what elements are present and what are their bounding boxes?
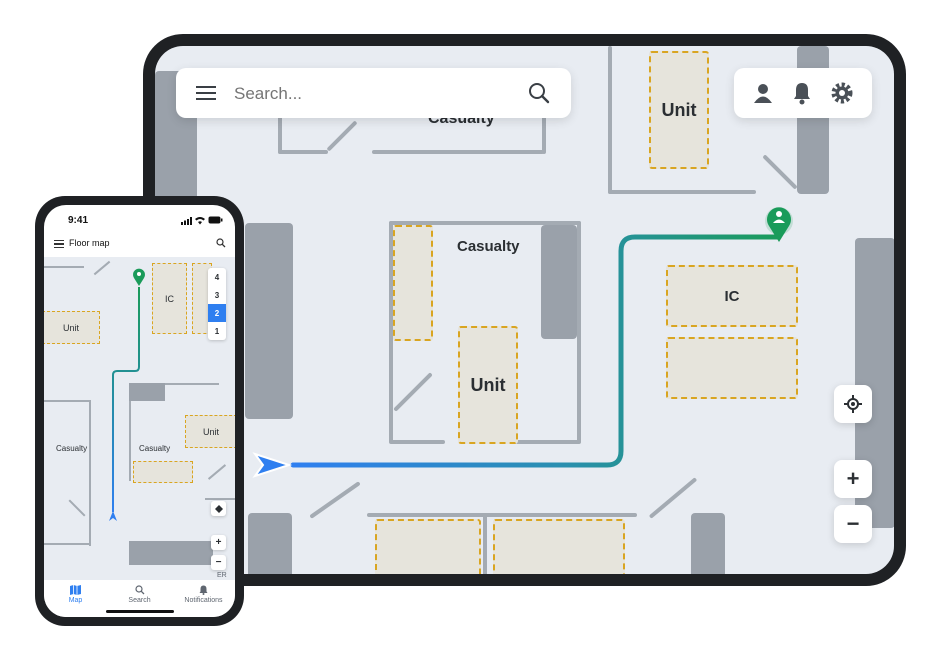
bell-icon (199, 585, 208, 595)
app-header: Floor map (44, 231, 235, 257)
zoom-out-button[interactable]: − (211, 555, 226, 570)
search-bar[interactable] (176, 68, 571, 118)
menu-icon[interactable] (54, 240, 64, 248)
floor-1-button[interactable]: 1 (208, 322, 226, 340)
search-icon[interactable] (528, 82, 550, 104)
page-title: Floor map (69, 238, 110, 248)
route-path-layer (109, 268, 145, 521)
locate-icon (214, 504, 223, 513)
phone-screen: 9:41 Floor map IC Unit Casualty Casualty… (44, 205, 235, 617)
locate-button[interactable] (834, 385, 872, 423)
user-icon[interactable] (752, 82, 774, 104)
zoom-in-button[interactable]: + (834, 460, 872, 498)
battery-icon (208, 216, 223, 224)
status-time: 9:41 (68, 215, 89, 226)
navigation-arrow-icon (252, 452, 293, 478)
search-icon (134, 585, 144, 595)
navigation-arrow-icon (109, 511, 117, 521)
search-icon[interactable] (216, 238, 226, 248)
wifi-icon (195, 217, 205, 225)
phone-map[interactable]: IC Unit Casualty Casualty Unit 4 3 2 1 +… (44, 257, 235, 580)
gear-icon[interactable] (830, 81, 854, 105)
bell-icon[interactable] (792, 81, 812, 105)
locate-button[interactable] (211, 501, 226, 516)
user-actions-bar (734, 68, 872, 118)
nav-item-search[interactable]: Search (108, 585, 171, 604)
floor-2-button[interactable]: 2 (208, 304, 226, 322)
floor-picker: 4 3 2 1 (208, 268, 226, 340)
locate-icon (844, 395, 862, 413)
route-path-layer (252, 207, 793, 478)
location-pin-icon (133, 268, 145, 286)
tablet-screen: Unit Casualty Casualty Unit IC Search...… (155, 46, 894, 574)
nav-item-map[interactable]: Map (44, 585, 107, 604)
route-path (290, 234, 782, 468)
map-icon (70, 585, 81, 595)
nav-label: Map (68, 597, 83, 604)
zoom-out-button[interactable]: − (834, 505, 872, 543)
floor-4-button[interactable]: 4 (208, 268, 226, 286)
nav-item-notifications[interactable]: Notifications (172, 585, 235, 604)
route-path (112, 287, 140, 512)
home-indicator (106, 610, 174, 613)
signal-icon (181, 217, 192, 225)
nav-label: Search (128, 597, 151, 604)
er-label: ER (217, 572, 227, 579)
search-input[interactable] (232, 80, 506, 108)
nav-label: Notifications (184, 597, 223, 604)
floor-3-button[interactable]: 3 (208, 286, 226, 304)
zoom-in-button[interactable]: + (211, 535, 226, 550)
menu-icon[interactable] (196, 84, 216, 102)
